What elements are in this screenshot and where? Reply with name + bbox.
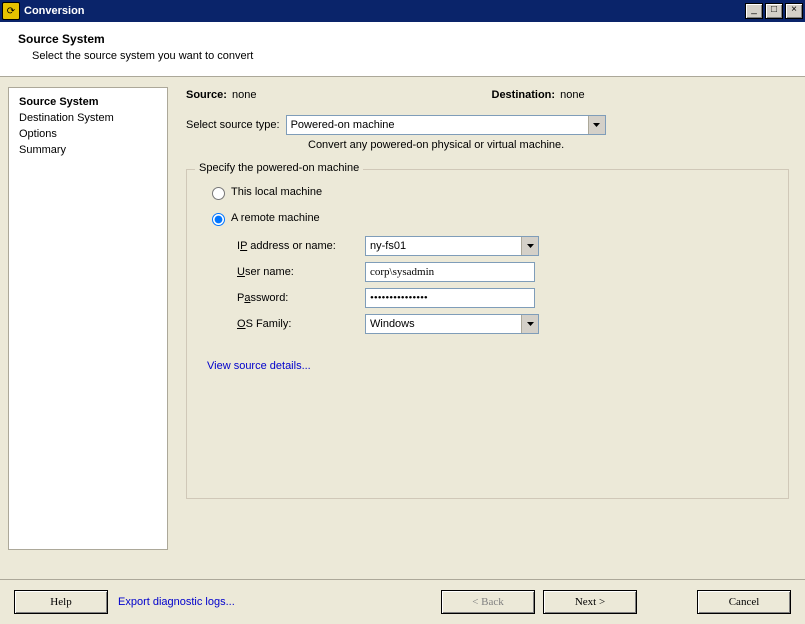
radio-local-machine[interactable]: This local machine — [207, 184, 768, 200]
specify-machine-group: Specify the powered-on machine This loca… — [186, 169, 789, 499]
wizard-steps-sidebar: Source System Destination System Options… — [8, 87, 168, 550]
sidebar-item-destination-system[interactable]: Destination System — [9, 110, 167, 126]
minimize-button[interactable]: _ — [745, 3, 763, 19]
help-button[interactable]: Help — [14, 590, 108, 614]
window-title: Conversion — [24, 5, 745, 17]
main-panel: Source: none Destination: none Select so… — [168, 87, 797, 557]
page-title: Source System — [18, 32, 787, 46]
maximize-button[interactable]: □ — [765, 3, 783, 19]
page-subtitle: Select the source system you want to con… — [32, 50, 787, 62]
view-source-details-link[interactable]: View source details... — [207, 360, 311, 372]
app-icon: ⟳ — [2, 2, 20, 20]
titlebar: ⟳ Conversion _ □ × — [0, 0, 805, 22]
sidebar-item-summary[interactable]: Summary — [9, 142, 167, 158]
radio-remote-machine[interactable]: A remote machine — [207, 210, 768, 226]
sidebar-item-options[interactable]: Options — [9, 126, 167, 142]
password-input[interactable] — [365, 288, 535, 308]
source-type-dropdown[interactable]: Powered-on machine — [286, 115, 606, 135]
source-type-hint: Convert any powered-on physical or virtu… — [308, 139, 797, 151]
footer-bar: Help Export diagnostic logs... < Back Ne… — [0, 579, 805, 624]
source-summary: Source: none — [186, 89, 492, 101]
chevron-down-icon — [521, 237, 538, 255]
os-family-label: OS Family: — [237, 318, 365, 330]
ip-address-combobox[interactable]: ny-fs01 — [365, 236, 539, 256]
close-button[interactable]: × — [785, 3, 803, 19]
destination-summary: Destination: none — [492, 89, 798, 101]
radio-remote-input[interactable] — [212, 213, 225, 226]
export-logs-link[interactable]: Export diagnostic logs... — [118, 596, 235, 608]
chevron-down-icon — [588, 116, 605, 134]
wizard-header: Source System Select the source system y… — [0, 22, 805, 77]
chevron-down-icon — [521, 315, 538, 333]
groupbox-title: Specify the powered-on machine — [195, 162, 363, 174]
username-input[interactable] — [365, 262, 535, 282]
username-label: User name: — [237, 266, 365, 278]
password-label: Password: — [237, 292, 365, 304]
os-family-dropdown[interactable]: Windows — [365, 314, 539, 334]
back-button[interactable]: < Back — [441, 590, 535, 614]
cancel-button[interactable]: Cancel — [697, 590, 791, 614]
source-type-label: Select source type: — [186, 119, 280, 131]
sidebar-item-source-system[interactable]: Source System — [9, 94, 167, 110]
radio-local-input[interactable] — [212, 187, 225, 200]
ip-address-label: IP address or name: — [237, 240, 365, 252]
next-button[interactable]: Next > — [543, 590, 637, 614]
